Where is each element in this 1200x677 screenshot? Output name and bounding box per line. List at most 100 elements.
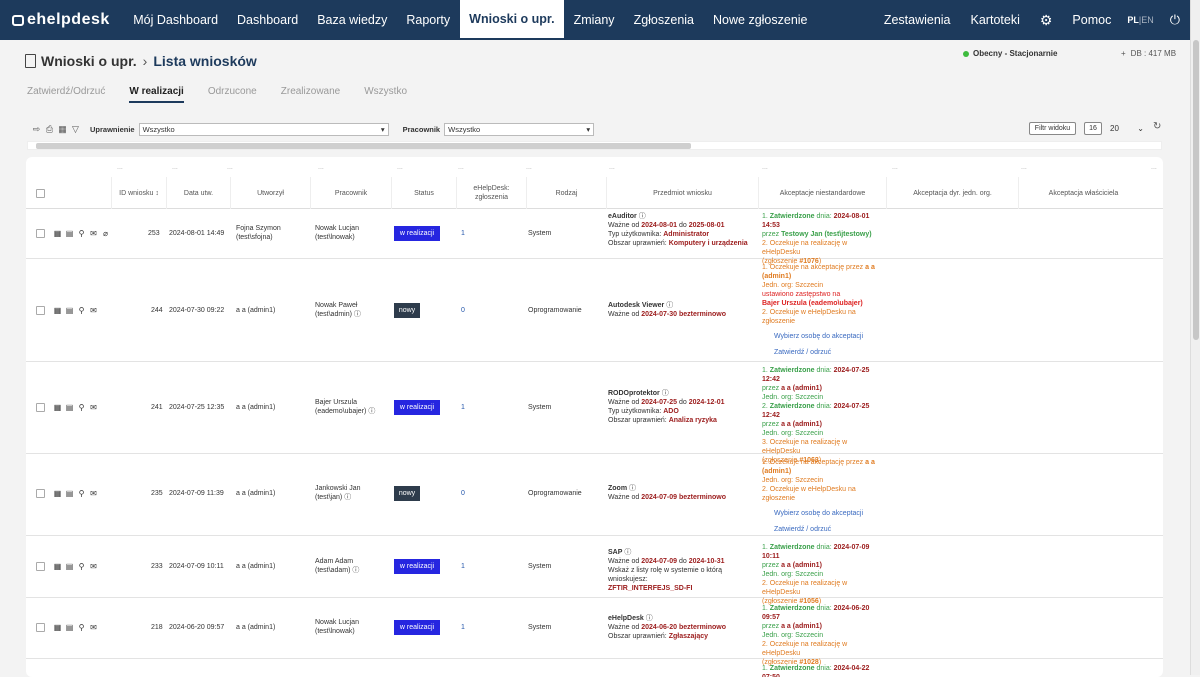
column-tickets[interactable]: eHelpDesk: zgłoszenia xyxy=(456,177,526,209)
list-icon[interactable]: ▤ xyxy=(65,229,74,238)
search-icon[interactable]: ⚲ xyxy=(77,489,86,498)
grid-icon[interactable]: ▦ xyxy=(53,403,62,412)
list-icon[interactable]: ▤ xyxy=(65,403,74,412)
choose-approver-link[interactable]: Wybierz osobę do akceptacji xyxy=(774,509,887,518)
breadcrumb-section[interactable]: Wnioski o upr. xyxy=(41,53,137,69)
grid-icon[interactable]: ▦ xyxy=(53,306,62,315)
column-custom-approvals[interactable]: Akceptacje niestandardowe xyxy=(758,177,886,209)
grid-icon[interactable]: ▦ xyxy=(53,562,62,571)
print-icon[interactable]: ⎙ xyxy=(45,124,54,134)
info-icon[interactable]: ⓘ xyxy=(662,390,669,397)
export-icon[interactable]: ⇨ xyxy=(32,124,41,134)
row-checkbox[interactable] xyxy=(36,489,45,498)
info-icon[interactable]: ⓘ xyxy=(624,549,631,556)
list-icon[interactable]: ▤ xyxy=(65,306,74,315)
ticket-count-link[interactable]: 1 xyxy=(461,623,465,632)
mail-icon[interactable]: ✉ xyxy=(89,562,98,571)
column-director-approval[interactable]: Akceptacja dyr. jedn. org. xyxy=(886,177,1018,209)
attachment-icon[interactable]: ⌀ xyxy=(101,229,110,238)
mail-icon[interactable]: ✉ xyxy=(89,623,98,632)
column-status[interactable]: Status xyxy=(391,177,456,209)
nav-item-my-dashboard[interactable]: Mój Dashboard xyxy=(124,0,228,40)
tab-in-progress[interactable]: W realizacji xyxy=(129,86,184,103)
employee-select[interactable]: Wszystko ▾ xyxy=(444,122,595,136)
row-checkbox[interactable] xyxy=(36,229,45,238)
grid-icon[interactable]: ▦ xyxy=(53,229,62,238)
row-checkbox[interactable] xyxy=(36,403,45,412)
info-icon[interactable]: ⓘ xyxy=(344,494,351,501)
tab-completed[interactable]: Zrealizowane xyxy=(281,86,340,103)
app-logo[interactable]: ehelpdesk xyxy=(12,11,110,29)
info-icon[interactable]: ⓘ xyxy=(666,302,673,309)
select-all-checkbox[interactable] xyxy=(36,188,45,198)
grid-icon[interactable]: ▦ xyxy=(53,489,62,498)
column-owner-approval[interactable]: Akceptacja właściciela xyxy=(1018,177,1148,209)
column-subject[interactable]: Przedmiot wniosku xyxy=(606,177,758,209)
power-icon[interactable]: ⏻ xyxy=(1160,12,1190,28)
list-icon[interactable]: ▤ xyxy=(65,562,74,571)
column-date[interactable]: Data utw. xyxy=(166,177,230,209)
mail-icon[interactable]: ✉ xyxy=(89,403,98,412)
info-icon[interactable]: ⓘ xyxy=(629,485,636,492)
permission-select[interactable]: Wszystko ▾ xyxy=(138,122,389,136)
column-id[interactable]: ID wniosku ↕ xyxy=(111,177,166,209)
ticket-count-link[interactable]: 0 xyxy=(461,489,465,498)
nav-item-help[interactable]: Pomoc xyxy=(1062,13,1121,27)
column-created-by[interactable]: Utworzył xyxy=(230,177,310,209)
list-icon[interactable]: ▤ xyxy=(65,489,74,498)
list-icon[interactable]: ▤ xyxy=(65,623,74,632)
presence-status[interactable]: Obecny - Stacjonarnie xyxy=(963,49,1057,58)
info-icon[interactable]: ⓘ xyxy=(352,567,359,574)
search-icon[interactable]: ⚲ xyxy=(77,306,86,315)
language-switcher[interactable]: PL|EN xyxy=(1121,15,1159,25)
approve-reject-link[interactable]: Zatwierdź / odrzuć xyxy=(774,348,887,357)
row-checkbox[interactable] xyxy=(36,306,45,315)
record-count-badge[interactable]: 16 xyxy=(1084,122,1102,135)
nav-item-reports[interactable]: Raporty xyxy=(397,0,460,40)
column-employee[interactable]: Pracownik xyxy=(310,177,391,209)
search-icon[interactable]: ⚲ xyxy=(77,403,86,412)
table-row[interactable]: 1. Zatwierdzone dnia: 2024-04-22 07:50 xyxy=(26,659,1163,677)
row-checkbox[interactable] xyxy=(36,623,45,632)
table-row[interactable]: ▦ ▤ ⚲ ✉ ⌀ 253 2024-08-01 14:49 Fojna Szy… xyxy=(26,209,1163,265)
table-row[interactable]: ▦ ▤ ⚲ ✉ 235 2024-07-09 11:39 a a (admin1… xyxy=(26,454,1163,536)
vertical-scrollbar[interactable] xyxy=(1190,0,1200,675)
table-row[interactable]: ▦ ▤ ⚲ ✉ 244 2024-07-30 09:22 a a (admin1… xyxy=(26,259,1163,362)
filter-icon[interactable]: ▽ xyxy=(71,124,80,134)
tab-approve-reject[interactable]: Zatwierdź/Odrzuć xyxy=(27,86,105,103)
ticket-count-link[interactable]: 1 xyxy=(461,403,465,412)
mail-icon[interactable]: ✉ xyxy=(89,306,98,315)
info-icon[interactable]: ⓘ xyxy=(639,213,646,220)
search-icon[interactable]: ⚲ xyxy=(77,562,86,571)
mail-icon[interactable]: ✉ xyxy=(89,489,98,498)
table-row[interactable]: ▦ ▤ ⚲ ✉ 233 2024-07-09 10:11 a a (admin1… xyxy=(26,536,1163,605)
nav-item-tickets[interactable]: Zgłoszenia xyxy=(624,0,703,40)
per-page-select[interactable]: 20 ⌄ xyxy=(1110,122,1144,135)
ticket-count-link[interactable]: 0 xyxy=(461,306,465,315)
grid-icon[interactable]: ▦ xyxy=(53,623,62,632)
nav-item-knowledge-base[interactable]: Baza wiedzy xyxy=(308,0,397,40)
refresh-icon[interactable]: ↻ xyxy=(1153,121,1161,132)
nav-item-new-ticket[interactable]: Nowe zgłoszenie xyxy=(704,0,818,40)
nav-item-changes[interactable]: Zmiany xyxy=(564,0,624,40)
tab-all[interactable]: Wszystko xyxy=(364,86,407,103)
search-icon[interactable]: ⚲ xyxy=(77,623,86,632)
info-icon[interactable]: ⓘ xyxy=(646,615,653,622)
view-filter-button[interactable]: Filtr widoku xyxy=(1029,122,1076,135)
nav-item-dashboard[interactable]: Dashboard xyxy=(228,0,308,40)
approve-reject-link[interactable]: Zatwierdź / odrzuć xyxy=(774,525,887,534)
gear-icon[interactable]: ⚙ xyxy=(1030,12,1063,29)
horizontal-scrollbar[interactable] xyxy=(27,141,1162,150)
info-icon[interactable]: ⓘ xyxy=(354,311,361,318)
search-icon[interactable]: ⚲ xyxy=(77,229,86,238)
nav-item-statements[interactable]: Zestawienia xyxy=(874,13,961,27)
info-icon[interactable]: ⓘ xyxy=(368,408,375,415)
ticket-count-link[interactable]: 1 xyxy=(461,562,465,571)
plus-icon[interactable]: + xyxy=(1121,49,1126,58)
mail-icon[interactable]: ✉ xyxy=(89,229,98,238)
nav-item-records[interactable]: Kartoteki xyxy=(961,13,1030,27)
choose-approver-link[interactable]: Wybierz osobę do akceptacji xyxy=(774,332,887,341)
table-row[interactable]: ▦ ▤ ⚲ ✉ 241 2024-07-25 12:35 a a (admin1… xyxy=(26,362,1163,464)
grid-icon[interactable]: ▦ xyxy=(58,124,67,134)
column-type[interactable]: Rodzaj xyxy=(526,177,606,209)
